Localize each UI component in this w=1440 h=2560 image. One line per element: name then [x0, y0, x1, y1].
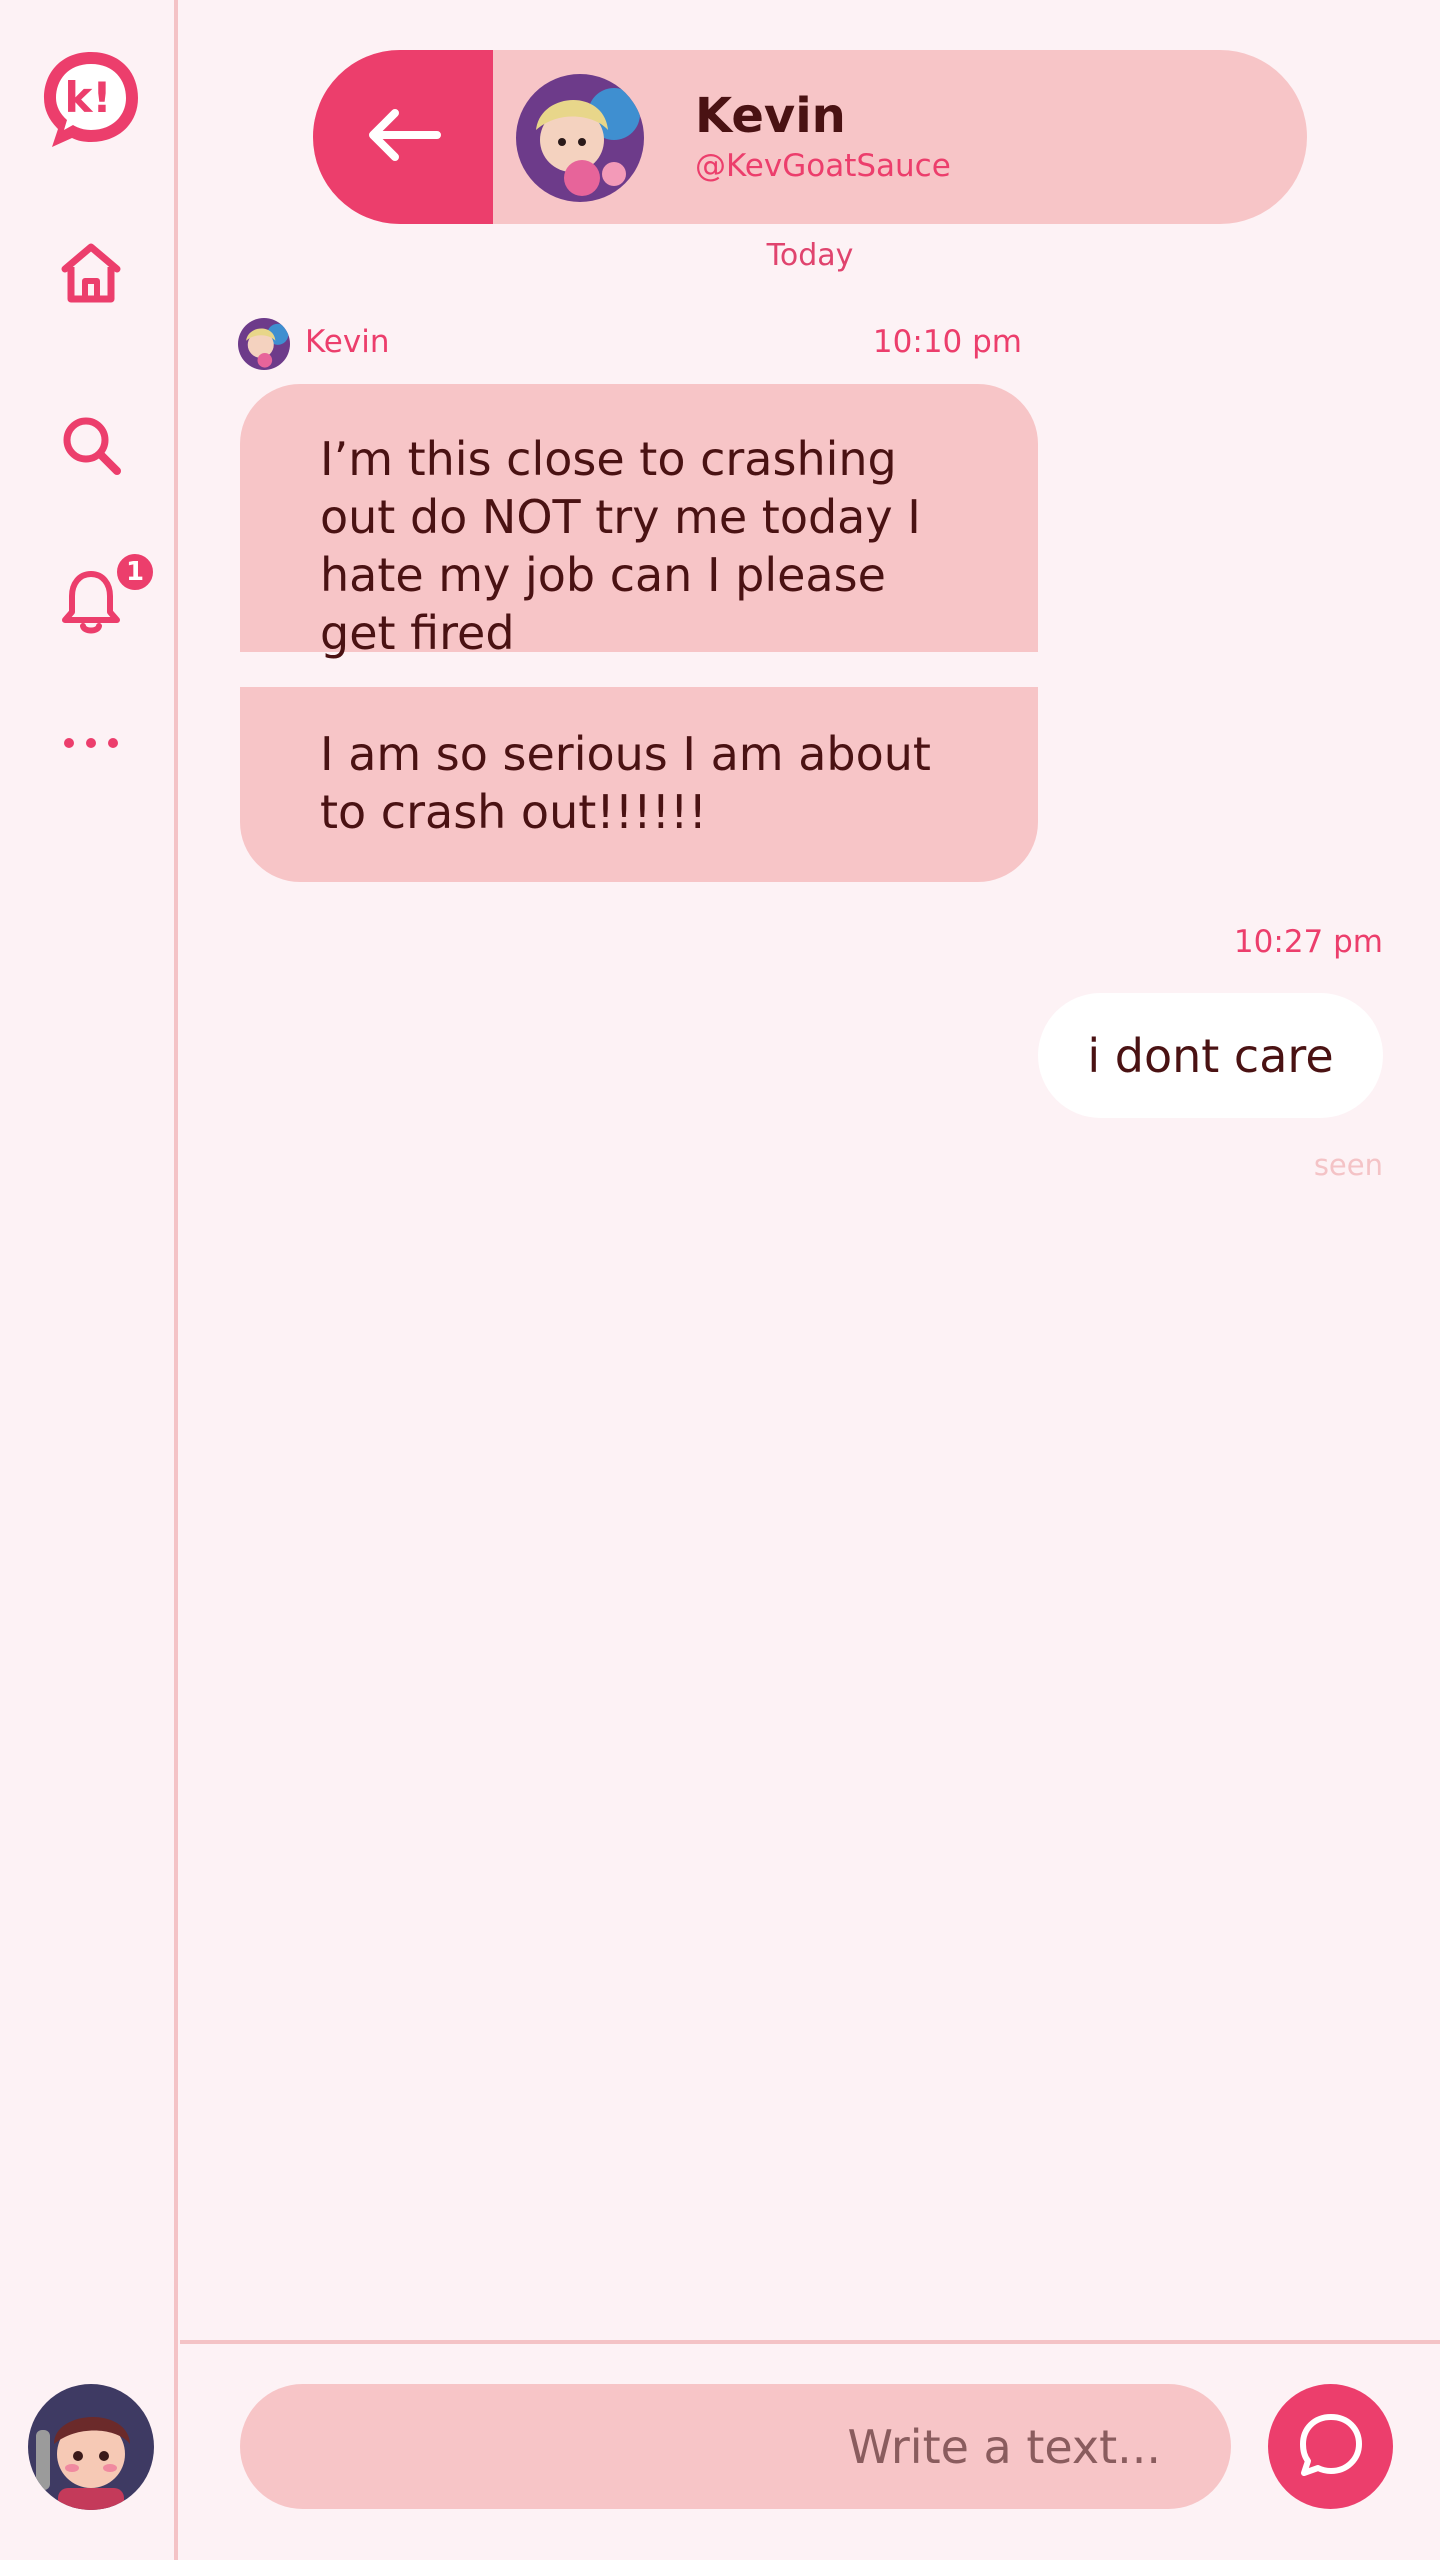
- app-logo[interactable]: k!: [38, 46, 144, 152]
- message-input[interactable]: [240, 2384, 1231, 2509]
- sender-avatar: [238, 318, 290, 370]
- sidebar: k! 1: [0, 0, 178, 2560]
- svg-text:k!: k!: [64, 73, 111, 122]
- read-receipt: seen: [1313, 1148, 1383, 1182]
- nav-more-button[interactable]: [46, 700, 136, 790]
- message-timestamp: 10:27 pm: [1233, 924, 1383, 960]
- message-bubble-outgoing[interactable]: i dont care: [1038, 993, 1383, 1118]
- arrow-left-icon: [363, 105, 443, 169]
- notification-badge: 1: [113, 550, 157, 594]
- contact-name: Kevin: [695, 88, 846, 144]
- more-icon: [59, 733, 123, 757]
- search-icon: [59, 413, 123, 481]
- contact-handle: @KevGoatSauce: [695, 148, 951, 184]
- chat-app: k! 1 Kevin @KevGoatSauce Today Kevin 10:…: [0, 0, 1440, 2560]
- sender-name: Kevin: [305, 324, 390, 360]
- composer-divider: [180, 2340, 1440, 2344]
- contact-avatar[interactable]: [516, 74, 644, 202]
- message-bubble-incoming[interactable]: I’m this close to crashing out do NOT tr…: [240, 384, 1038, 660]
- user-avatar[interactable]: [28, 2384, 154, 2510]
- back-button[interactable]: [313, 50, 493, 224]
- nav-search-button[interactable]: [46, 402, 136, 492]
- chat-bubble-icon: [1297, 2411, 1365, 2483]
- date-separator: Today: [766, 238, 854, 273]
- message-timestamp: 10:10 pm: [872, 324, 1022, 360]
- send-button[interactable]: [1268, 2384, 1393, 2509]
- chat-header: Kevin @KevGoatSauce: [313, 50, 1307, 224]
- message-bubble-incoming[interactable]: I am so serious I am about to crash out!…: [240, 687, 1038, 882]
